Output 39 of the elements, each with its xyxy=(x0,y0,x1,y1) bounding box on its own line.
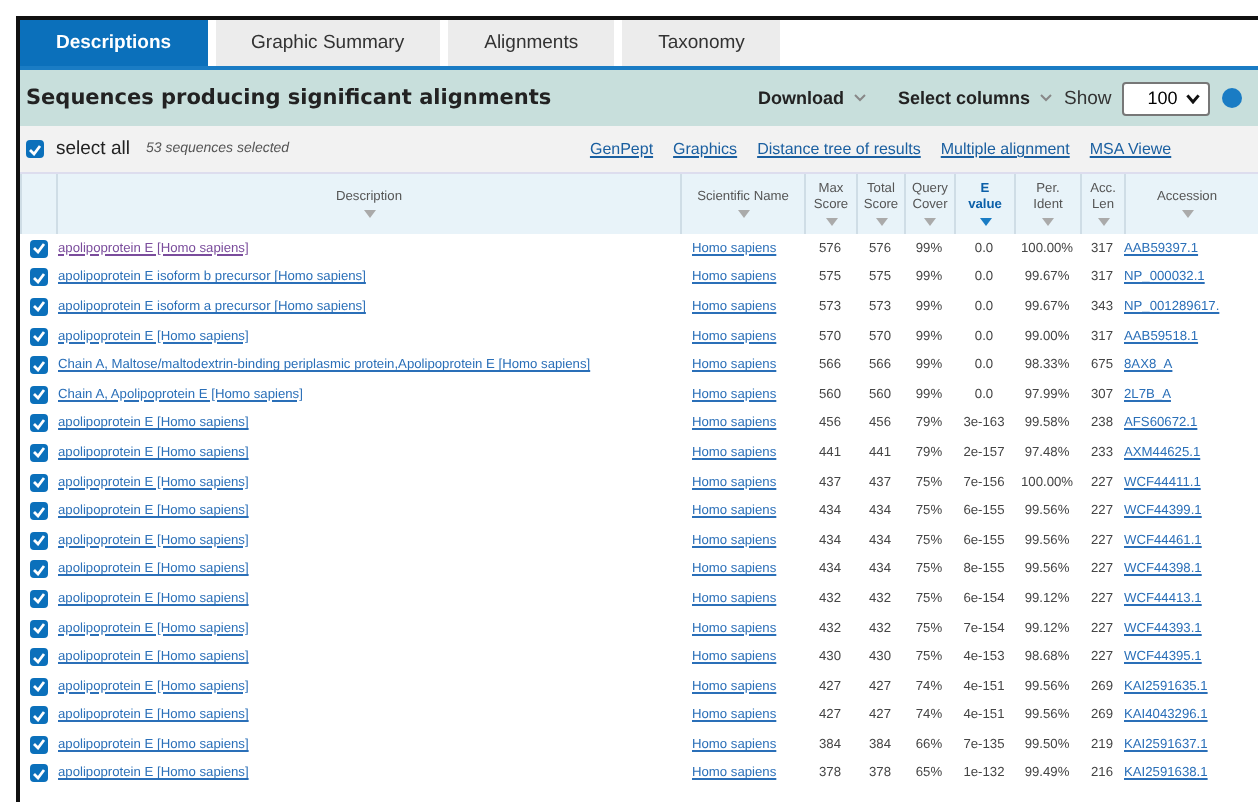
row-checkbox[interactable] xyxy=(29,677,47,696)
row-checkbox[interactable] xyxy=(29,268,47,287)
section-title: Sequences producing significant alignments xyxy=(26,86,554,110)
row-checkbox[interactable] xyxy=(29,531,47,550)
tab[interactable]: Graphic Summary xyxy=(215,20,441,66)
row-checkbox[interactable] xyxy=(29,297,47,316)
tab[interactable]: Taxonomy xyxy=(622,20,781,66)
row-checkbox[interactable] xyxy=(29,473,47,492)
link[interactable]: Graphics xyxy=(673,140,738,158)
select-all-checkbox[interactable] xyxy=(26,140,44,158)
download-menu[interactable]: Download xyxy=(758,88,866,108)
chevron-icon xyxy=(1185,93,1200,103)
link[interactable]: Multiple alignment xyxy=(940,140,1070,158)
row-checkbox[interactable] xyxy=(29,502,47,521)
sort-arrow-icon[interactable] xyxy=(979,218,991,226)
row-checkbox[interactable] xyxy=(29,589,47,608)
show-select[interactable]: 100 xyxy=(1121,81,1210,115)
select-columns-menu[interactable]: Select columns xyxy=(898,88,1053,108)
row-checkbox[interactable] xyxy=(29,327,47,346)
link[interactable]: Distance tree of results xyxy=(757,140,921,158)
row-checkbox[interactable] xyxy=(29,706,47,725)
row-checkbox[interactable] xyxy=(29,414,47,433)
tab[interactable]: Descriptions xyxy=(20,20,208,66)
row-checkbox[interactable] xyxy=(29,619,47,638)
row-checkbox[interactable] xyxy=(29,385,47,404)
show-label: Show xyxy=(1064,87,1112,109)
row-checkbox[interactable] xyxy=(29,356,47,375)
row-checkbox[interactable] xyxy=(29,560,47,579)
tab[interactable]: Alignments xyxy=(448,20,615,66)
row-checkbox[interactable] xyxy=(29,239,47,258)
link[interactable]: GenPept xyxy=(589,140,654,158)
link[interactable]: MSA Viewe xyxy=(1089,140,1172,158)
caret-icon xyxy=(1040,94,1053,102)
select-all-label: select all xyxy=(56,138,130,160)
row-checkbox[interactable] xyxy=(29,764,47,783)
row-checkbox[interactable] xyxy=(29,735,47,754)
row-checkbox[interactable] xyxy=(29,648,47,667)
caret-icon xyxy=(854,94,866,102)
row-checkbox[interactable] xyxy=(29,443,47,462)
